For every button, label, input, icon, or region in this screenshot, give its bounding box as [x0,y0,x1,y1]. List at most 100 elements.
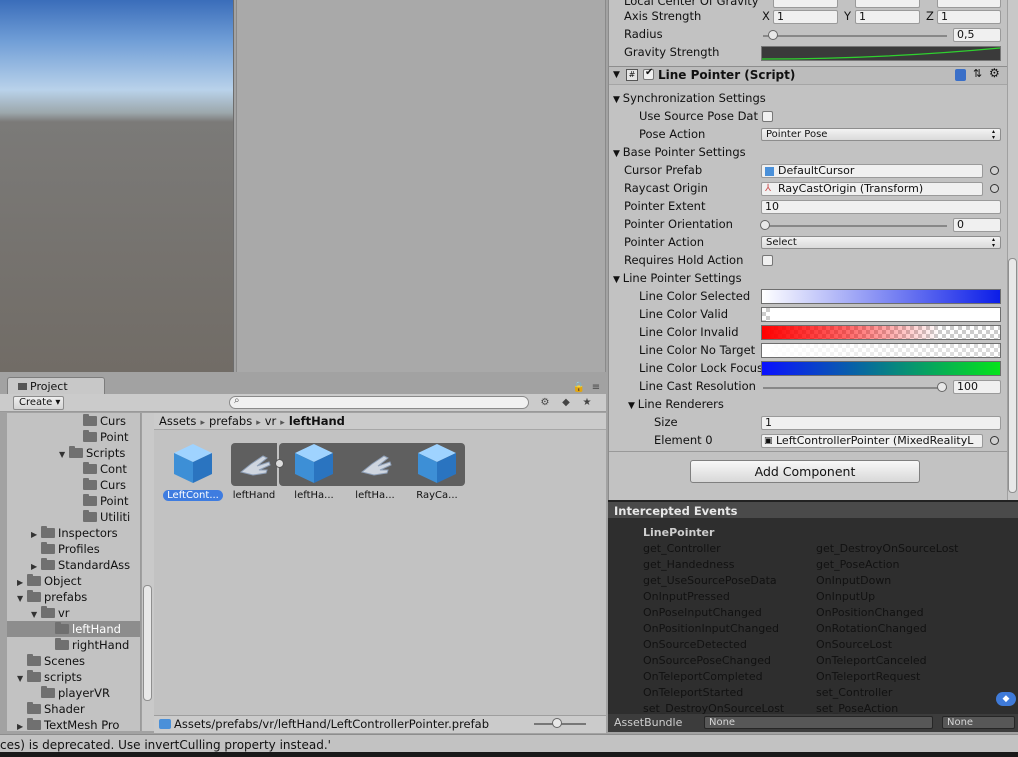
cursor-prefab-field[interactable]: DefaultCursor [761,164,983,178]
event-item: OnTeleportCompleted [643,670,763,683]
pointer-orientation-field[interactable]: 0 [953,218,1001,232]
color-selected-gradient[interactable] [761,289,1001,304]
object-picker-icon[interactable] [990,184,999,193]
local-center-y[interactable] [855,0,920,8]
add-component-button[interactable]: Add Component [690,460,920,483]
size-field[interactable]: 1 [761,416,1001,430]
color-lock-gradient[interactable] [761,361,1001,376]
radius-slider[interactable] [763,35,947,37]
asset-item[interactable]: leftHa... [345,440,405,510]
inspector-scrollbar-thumb[interactable] [1008,258,1017,493]
tree-item[interactable]: rightHand [7,637,140,653]
pointer-orientation-slider[interactable] [763,225,947,227]
tree-item[interactable]: ▼ vr [7,605,140,621]
tree-item[interactable]: Point [7,429,140,445]
folder-icon [18,383,27,390]
local-center-z[interactable] [937,0,1001,8]
tree-item[interactable]: ▶ StandardAss [7,557,140,573]
tree-item[interactable]: Curs [7,413,140,429]
menu-icon[interactable]: ≡ [589,381,603,395]
color-invalid-gradient[interactable] [761,325,1001,340]
asset-item[interactable]: LeftCont... [163,440,223,510]
component-foldout-arrow[interactable]: ▼ [613,70,620,80]
line-renderers-header[interactable]: ▼ Line Renderers [628,396,724,413]
local-center-x[interactable] [773,0,838,8]
tree-item[interactable]: leftHand [7,621,140,637]
tree-item[interactable]: ▶ Object [7,573,140,589]
base-section-header[interactable]: ▼ Base Pointer Settings [613,144,746,161]
asset-bundle-dropdown[interactable]: None [704,716,933,729]
cast-resolution-knob[interactable] [937,382,947,392]
breadcrumb-item[interactable]: vr [265,414,277,428]
foldout-arrow-icon[interactable]: ▶ [17,719,27,731]
tree-item[interactable]: Scenes [7,653,140,669]
search-input[interactable]: ⌕ [229,395,529,409]
cast-resolution-slider[interactable] [763,387,947,389]
pointer-extent-field[interactable]: 10 [761,200,1001,214]
pointer-orientation-knob[interactable] [760,220,770,230]
tree-item[interactable]: ▼ Scripts [7,445,140,461]
create-label: Create [19,397,53,408]
use-source-pose-checkbox[interactable] [762,111,773,122]
tab-project[interactable]: Project [7,377,105,395]
create-button[interactable]: Create ▾ [13,396,64,410]
favorite-star-icon[interactable]: ★ [580,396,594,410]
event-item: OnPoseInputChanged [643,606,762,619]
asset-item[interactable]: leftHand [224,440,284,510]
gravity-curve-field[interactable] [761,46,1001,61]
help-book-icon[interactable] [955,69,966,81]
component-settings-gear-icon[interactable]: ⚙ [989,66,1000,80]
pointer-action-dropdown[interactable]: Select [761,236,1001,249]
breadcrumb-item[interactable]: Assets [159,414,196,428]
axis-strength-z[interactable]: 1 [937,10,1001,24]
component-enabled-checkbox[interactable]: ✔ [643,67,654,80]
tree-item[interactable]: Curs [7,477,140,493]
asset-item[interactable]: leftHa... [284,440,344,510]
sync-section-header[interactable]: ▼ Synchronization Settings [613,90,766,107]
tree-item[interactable]: ▶ Inspectors [7,525,140,541]
preset-icon[interactable]: ⇅ [973,67,982,80]
element0-field[interactable]: ▣ LeftControllerPointer (MixedRealityL [761,434,983,448]
color-valid-gradient[interactable] [761,307,1001,322]
folder-icon [41,542,55,554]
requires-hold-checkbox[interactable] [762,255,773,266]
tree-scrollbar-thumb[interactable] [143,585,152,701]
tree-item[interactable]: ▶ TextMesh Pro [7,717,140,731]
scene-view[interactable] [0,0,234,372]
tree-item[interactable]: Point [7,493,140,509]
asset-item[interactable]: RayCa... [407,440,467,510]
gravity-curve-graph [761,47,1001,60]
project-folder-tree[interactable]: Curs Point ▼ Scripts Cont Curs Point Utiliti ▶ In… [7,413,141,731]
lock-icon[interactable]: 🔒 [572,381,586,395]
cast-resolution-field[interactable]: 100 [953,380,1001,394]
color-invalid-label: Line Color Invalid [639,325,739,339]
asset-label-icon[interactable]: ◆ [996,692,1016,706]
tree-item[interactable]: ▼ scripts [7,669,140,685]
filter-label-icon[interactable]: ◆ [559,396,573,410]
console-message: ces) is deprecated. Use invertCulling pr… [0,738,331,752]
object-picker-icon[interactable] [990,436,999,445]
icon-size-slider-knob[interactable] [552,718,562,728]
tree-item[interactable]: ▼ prefabs [7,589,140,605]
tree-item[interactable]: Utiliti [7,509,140,525]
use-source-pose-label: Use Source Pose Dat [639,109,758,123]
line-section-header[interactable]: ▼ Line Pointer Settings [613,270,742,287]
filter-type-icon[interactable]: ⚙ [538,396,552,410]
game-view[interactable] [236,0,606,372]
breadcrumb-item[interactable]: leftHand [289,414,345,428]
tree-item[interactable]: Shader [7,701,140,717]
pose-action-dropdown[interactable]: Pointer Pose [761,128,1001,141]
color-no-target-gradient[interactable] [761,343,1001,358]
asset-variant-dropdown[interactable]: None [942,716,1015,729]
axis-strength-x[interactable]: 1 [773,10,838,24]
axis-strength-y[interactable]: 1 [855,10,920,24]
radius-field[interactable]: 0,5 [953,28,1001,42]
breadcrumb-item[interactable]: prefabs [209,414,252,428]
raycast-origin-field[interactable]: ⅄ RayCastOrigin (Transform) [761,182,983,196]
tree-item[interactable]: Cont [7,461,140,477]
object-picker-icon[interactable] [990,166,999,175]
tree-item[interactable]: playerVR [7,685,140,701]
intercepted-events-header[interactable]: Intercepted Events [608,500,1018,518]
radius-slider-knob[interactable] [768,30,778,40]
tree-item[interactable]: Profiles [7,541,140,557]
